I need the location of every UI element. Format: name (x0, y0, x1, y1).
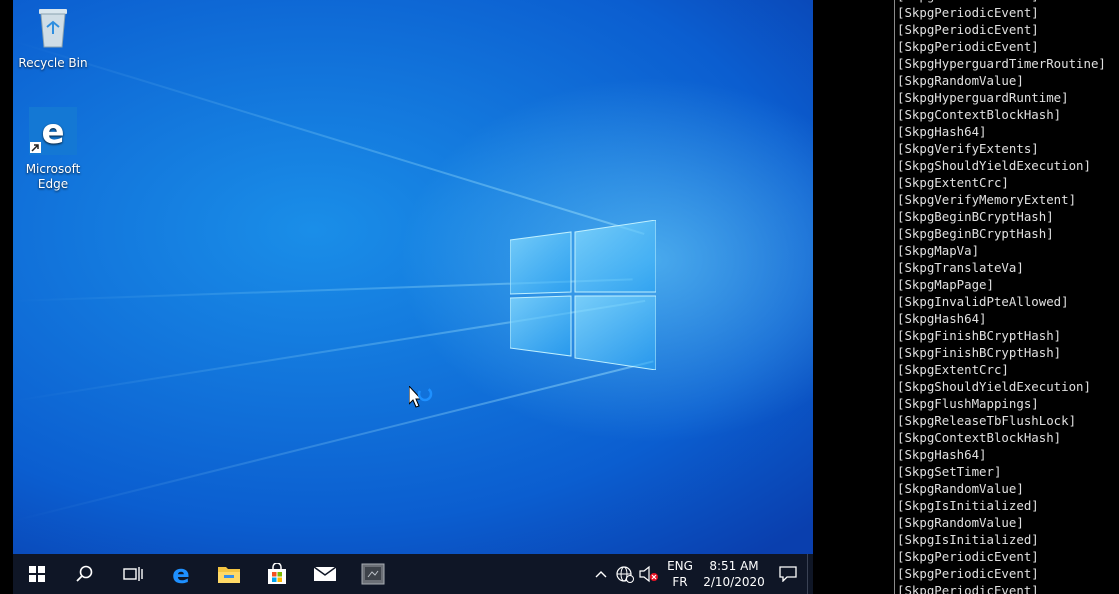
desktop-icon-microsoft-edge[interactable]: e Microsoft Edge (13, 107, 93, 192)
console-log-line: [SkpgReleaseTbFlushLock] (897, 413, 1077, 428)
console-log[interactable]: [SkpgPeriodicEvent] [SkpgPeriodicEvent] [S… (894, 0, 1119, 594)
globe-network-icon (616, 566, 634, 583)
show-hidden-icons-button[interactable] (589, 554, 613, 594)
app-window-icon (361, 563, 385, 585)
language-bottom: FR (672, 575, 688, 589)
notification-icon (779, 566, 797, 582)
svg-text:e: e (41, 112, 64, 152)
mouse-cursor-busy-icon (409, 386, 433, 408)
console-log-line: [SkpgPeriodicEvent] (897, 566, 1039, 581)
chevron-up-icon (595, 571, 607, 578)
console-log-line: [SkpgContextBlockHash] (897, 430, 1062, 445)
search-button[interactable] (61, 554, 109, 594)
taskbar-app-button[interactable] (349, 554, 397, 594)
taskbar-mail-button[interactable] (301, 554, 349, 594)
language-top: ENG (667, 559, 693, 573)
input-language-indicator[interactable]: ENG FR (661, 558, 699, 590)
console-log-line: [SkpgHash64] (897, 124, 987, 139)
taskbar-store-button[interactable] (253, 554, 301, 594)
console-log-line: [SkpgShouldYieldExecution] (897, 158, 1091, 173)
console-log-line: [SkpgBeginBCryptHash] (897, 209, 1054, 224)
desktop[interactable]: Recycle Bin e Microsoft Edge (13, 0, 813, 554)
console-log-line: [SkpgHyperguardRuntime] (897, 90, 1069, 105)
volume-button[interactable] (637, 554, 661, 594)
file-explorer-icon (218, 567, 240, 583)
clock-date: 2/10/2020 (703, 575, 765, 589)
console-log-line: [SkpgPeriodicEvent] (897, 583, 1039, 594)
console-log-line: [SkpgPeriodicEvent] (897, 549, 1039, 564)
mail-icon (313, 566, 337, 581)
console-log-line: [SkpgContextBlockHash] (897, 107, 1062, 122)
windows-logo-wallpaper (510, 220, 656, 370)
start-button[interactable] (13, 554, 61, 594)
console-log-line: [SkpgSetTimer] (897, 464, 1002, 479)
store-icon (268, 563, 286, 584)
console-log-line: [SkpgVerifyExtents] (897, 141, 1039, 156)
console-log-line: [SkpgFlushMappings] (897, 396, 1039, 411)
desktop-icon-recycle-bin[interactable]: Recycle Bin (13, 3, 93, 71)
console-log-line: [SkpgIsInitialized] (897, 532, 1039, 547)
console-log-line: [SkpgVerifyMemoryExtent] (897, 192, 1077, 207)
svg-text:e: e (172, 562, 190, 586)
console-log-line: [SkpgIsInitialized] (897, 498, 1039, 513)
action-center-button[interactable] (769, 554, 807, 594)
taskbar: e ENG FR 8:51 AM 2/10/2020 (13, 554, 813, 594)
console-log-line: [SkpgPeriodicEvent] (897, 22, 1039, 37)
search-icon (76, 565, 93, 582)
console-log-line: [SkpgRandomValue] (897, 73, 1024, 88)
console-log-line: [SkpgMapPage] (897, 277, 994, 292)
console-log-line: [SkpgInvalidPteAllowed] (897, 294, 1069, 309)
light-beam (13, 40, 645, 235)
task-view-button[interactable] (109, 554, 157, 594)
console-log-line: [SkpgFinishBCryptHash] (897, 345, 1062, 360)
left-black-strip (0, 0, 13, 594)
clock[interactable]: 8:51 AM 2/10/2020 (699, 558, 769, 590)
console-log-line: [SkpgBeginBCryptHash] (897, 226, 1054, 241)
console-log-line: [SkpgFinishBCryptHash] (897, 328, 1062, 343)
network-button[interactable] (613, 554, 637, 594)
edge-icon: e (13, 107, 93, 159)
taskbar-file-explorer-button[interactable] (205, 554, 253, 594)
windows-start-icon (29, 566, 45, 582)
desktop-icon-label: Microsoft Edge (25, 162, 81, 191)
console-log-line: [SkpgPeriodicEvent] (897, 39, 1039, 54)
console-log-line: [SkpgTranslateVa] (897, 260, 1024, 275)
system-tray: ENG FR 8:51 AM 2/10/2020 (589, 554, 813, 594)
console-log-line: [SkpgRandomValue] (897, 515, 1024, 530)
console-log-line: [SkpgShouldYieldExecution] (897, 379, 1091, 394)
console-log-line: [SkpgMapVa] (897, 243, 980, 258)
console-log-line: [SkpgHash64] (897, 311, 987, 326)
console-log-line: [SkpgHash64] (897, 447, 987, 462)
console-log-line: [SkpgExtentCrc] (897, 175, 1009, 190)
clock-time: 8:51 AM (709, 559, 759, 573)
task-view-icon (123, 567, 143, 581)
taskbar-edge-button[interactable]: e (157, 554, 205, 594)
console-log-line: [SkpgExtentCrc] (897, 362, 1009, 377)
console-log-line: [SkpgHyperguardTimerRoutine] (897, 56, 1106, 71)
recycle-bin-icon (13, 3, 93, 53)
volume-muted-icon (639, 565, 658, 583)
console-window: [SkpgPeriodicEvent] [SkpgPeriodicEvent] [S… (813, 0, 1119, 594)
desktop-icon-label: Recycle Bin (18, 56, 88, 70)
console-log-line: [SkpgRandomValue] (897, 481, 1024, 496)
console-log-line: [SkpgPeriodicEvent] (897, 5, 1039, 20)
edge-icon: e (172, 562, 190, 586)
